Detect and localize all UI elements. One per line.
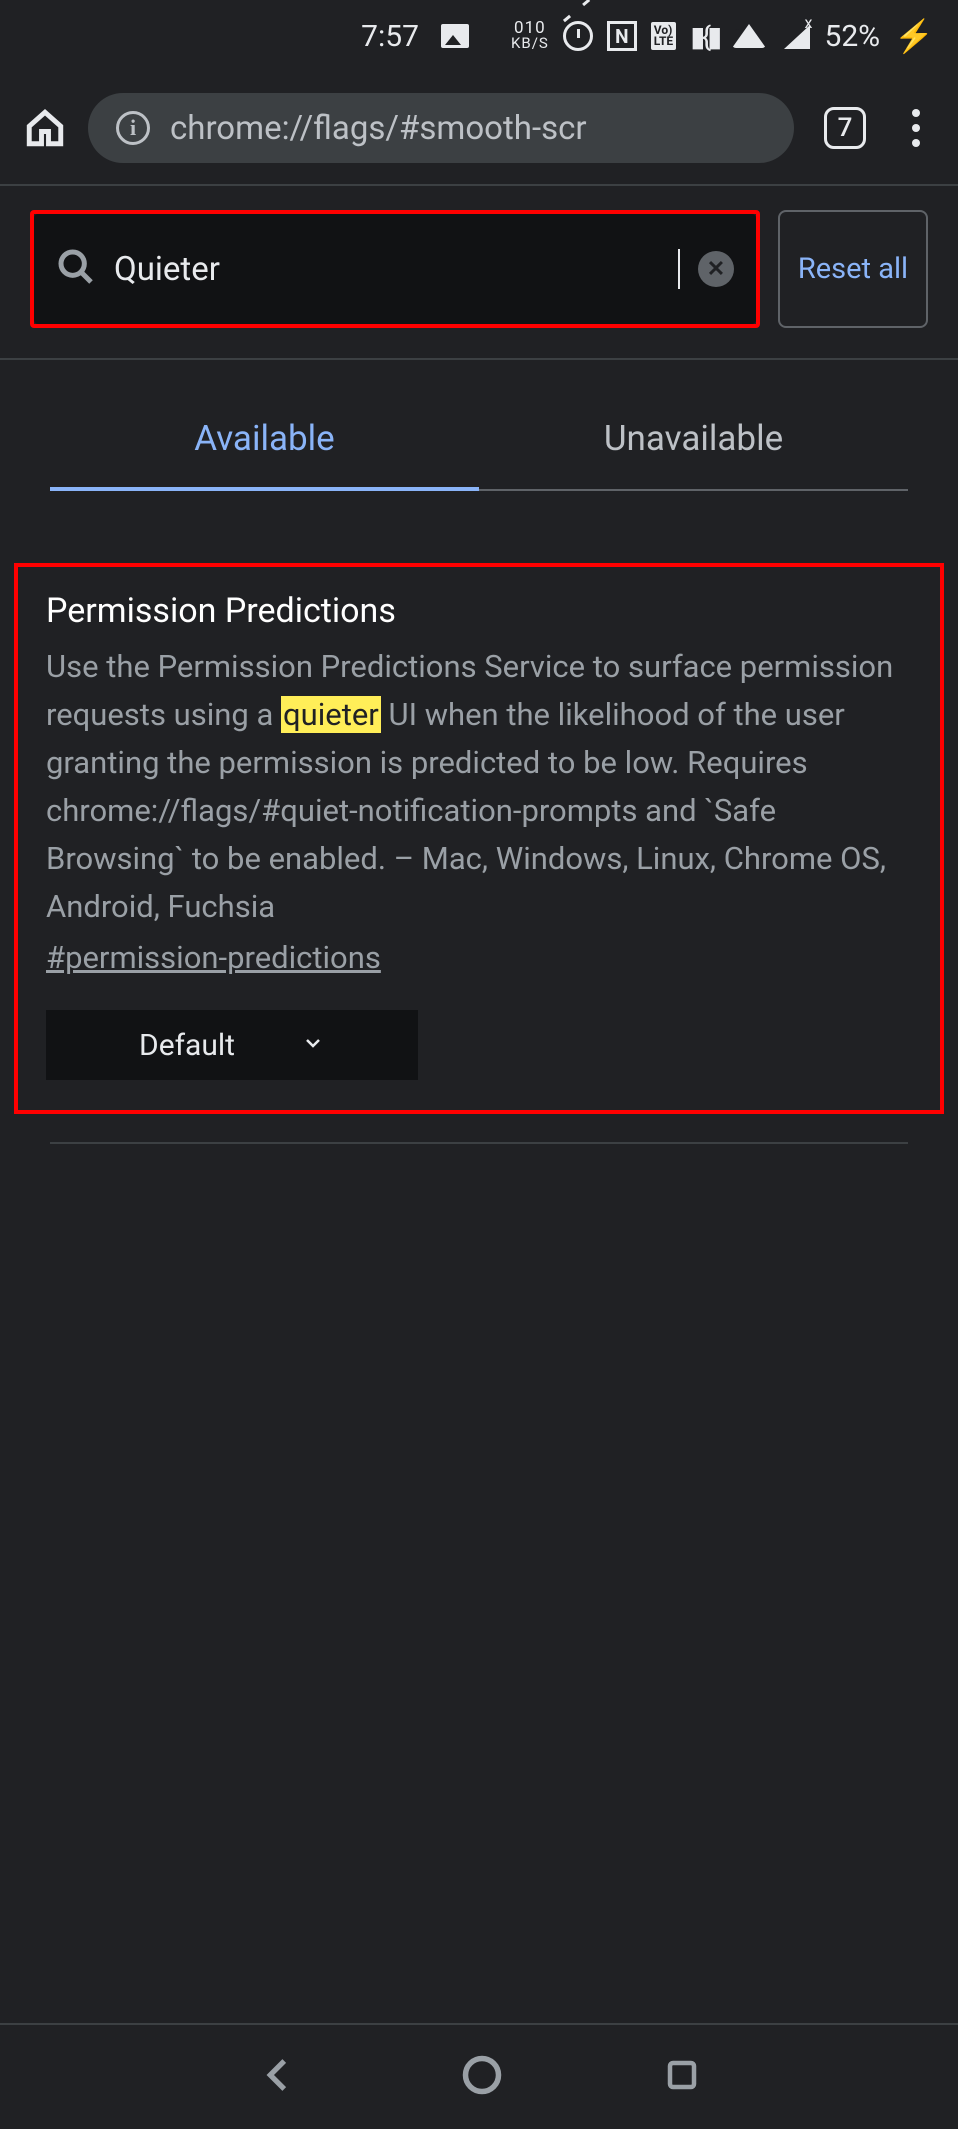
chevron-down-icon: [301, 1028, 325, 1063]
divider: [50, 1142, 908, 1144]
url-text: chrome://flags/#smooth-scr: [170, 109, 587, 148]
search-box[interactable]: ✕: [34, 214, 756, 324]
flag-anchor-link[interactable]: #permission-predictions: [46, 939, 381, 976]
tabs: Available Unavailable: [50, 390, 908, 491]
divider: [0, 358, 958, 360]
volte-icon: Vo)LTE: [651, 22, 676, 50]
vibrate-icon: ▮{▮: [690, 20, 718, 53]
search-input[interactable]: [114, 250, 670, 289]
nav-back-button[interactable]: [258, 2054, 300, 2100]
wifi-icon: [732, 24, 766, 48]
search-area: ✕ Reset all: [0, 186, 958, 358]
flag-title: Permission Predictions: [46, 591, 912, 631]
home-button[interactable]: [22, 105, 68, 151]
info-icon[interactable]: i: [116, 111, 150, 145]
battery-percent: 52%: [824, 19, 880, 54]
search-highlight: quieter: [281, 696, 381, 733]
clear-icon[interactable]: ✕: [698, 251, 734, 287]
browser-toolbar: i chrome://flags/#smooth-scr 7: [0, 72, 958, 184]
text-cursor: [678, 249, 680, 289]
flag-state-select[interactable]: Default: [46, 1010, 418, 1080]
nav-recents-button[interactable]: [664, 2057, 700, 2097]
charging-icon: ⚡: [894, 17, 934, 55]
signal-icon: x: [780, 23, 810, 49]
status-time: 7:57: [361, 19, 419, 54]
tab-available[interactable]: Available: [50, 390, 479, 491]
nav-home-button[interactable]: [460, 2053, 504, 2101]
picture-icon: [441, 24, 469, 48]
menu-button[interactable]: [896, 109, 936, 147]
search-box-highlight: ✕: [30, 210, 760, 328]
flag-card-permission-predictions: Permission Predictions Use the Permissio…: [14, 563, 944, 1114]
alarm-icon: [563, 21, 593, 51]
tab-unavailable[interactable]: Unavailable: [479, 390, 908, 491]
flag-select-value: Default: [139, 1028, 235, 1063]
nfc-icon: N: [607, 21, 637, 51]
status-bar: 7:57 010KB/S N Vo)LTE ▮{▮ x 52% ⚡: [0, 0, 958, 72]
search-icon: [56, 247, 96, 291]
reset-all-button[interactable]: Reset all: [778, 210, 928, 328]
net-speed: 010KB/S: [511, 21, 549, 51]
url-bar[interactable]: i chrome://flags/#smooth-scr: [88, 93, 794, 163]
tab-switcher[interactable]: 7: [824, 107, 866, 149]
system-nav-bar: [0, 2023, 958, 2129]
flag-description: Use the Permission Predictions Service t…: [46, 643, 912, 931]
